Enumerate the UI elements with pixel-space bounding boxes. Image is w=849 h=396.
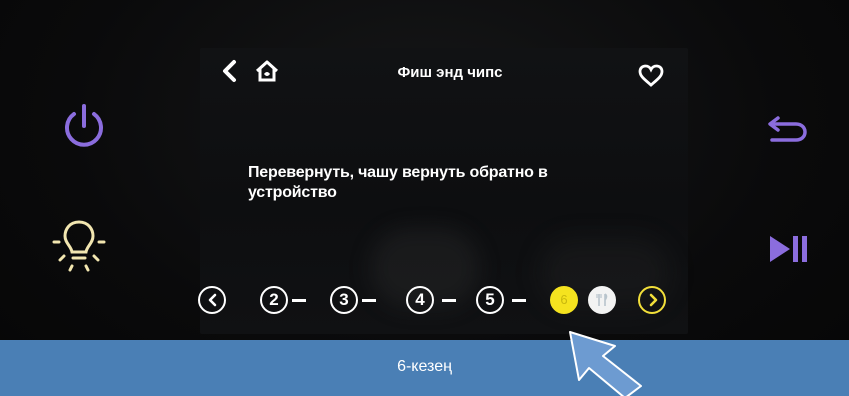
power-icon <box>65 104 103 147</box>
prev-step-button[interactable] <box>198 286 226 314</box>
recipe-title: Фиш энд чипс <box>397 64 503 81</box>
step-4[interactable]: 4 <box>406 286 434 314</box>
step-3[interactable]: 3 <box>330 286 358 314</box>
back-button[interactable] <box>218 58 240 84</box>
chevron-left-icon <box>223 60 236 82</box>
undo-button[interactable] <box>766 110 810 146</box>
play-pause-icon <box>770 236 807 262</box>
light-bulb-icon <box>52 220 106 272</box>
instruction-text: Перевернуть, чашу вернуть обратно в устр… <box>248 164 548 201</box>
home-icon <box>255 60 279 82</box>
power-button[interactable] <box>56 98 112 154</box>
step-6-current[interactable]: 6 <box>550 286 578 314</box>
step-serve[interactable] <box>588 286 616 314</box>
step-indicator: 2 3 4 5 6 <box>196 286 676 316</box>
favorite-button[interactable] <box>638 64 664 88</box>
pointer-arrow-icon <box>569 331 642 396</box>
undo-icon <box>768 116 807 142</box>
heart-icon <box>638 64 664 87</box>
step-2[interactable]: 2 <box>260 286 288 314</box>
light-button[interactable] <box>50 212 108 274</box>
chevron-right-icon <box>649 293 658 307</box>
chevron-left-icon <box>208 293 217 307</box>
step-5[interactable]: 5 <box>476 286 504 314</box>
step-connector <box>292 299 306 302</box>
step-connector <box>442 299 456 302</box>
step-connector <box>512 299 526 302</box>
cutlery-icon <box>596 293 608 306</box>
play-pause-button[interactable] <box>768 234 812 264</box>
home-button[interactable] <box>254 58 280 84</box>
step-connector <box>362 299 376 302</box>
next-step-button[interactable] <box>638 286 666 314</box>
caption-label: 6-кезең <box>397 358 452 375</box>
